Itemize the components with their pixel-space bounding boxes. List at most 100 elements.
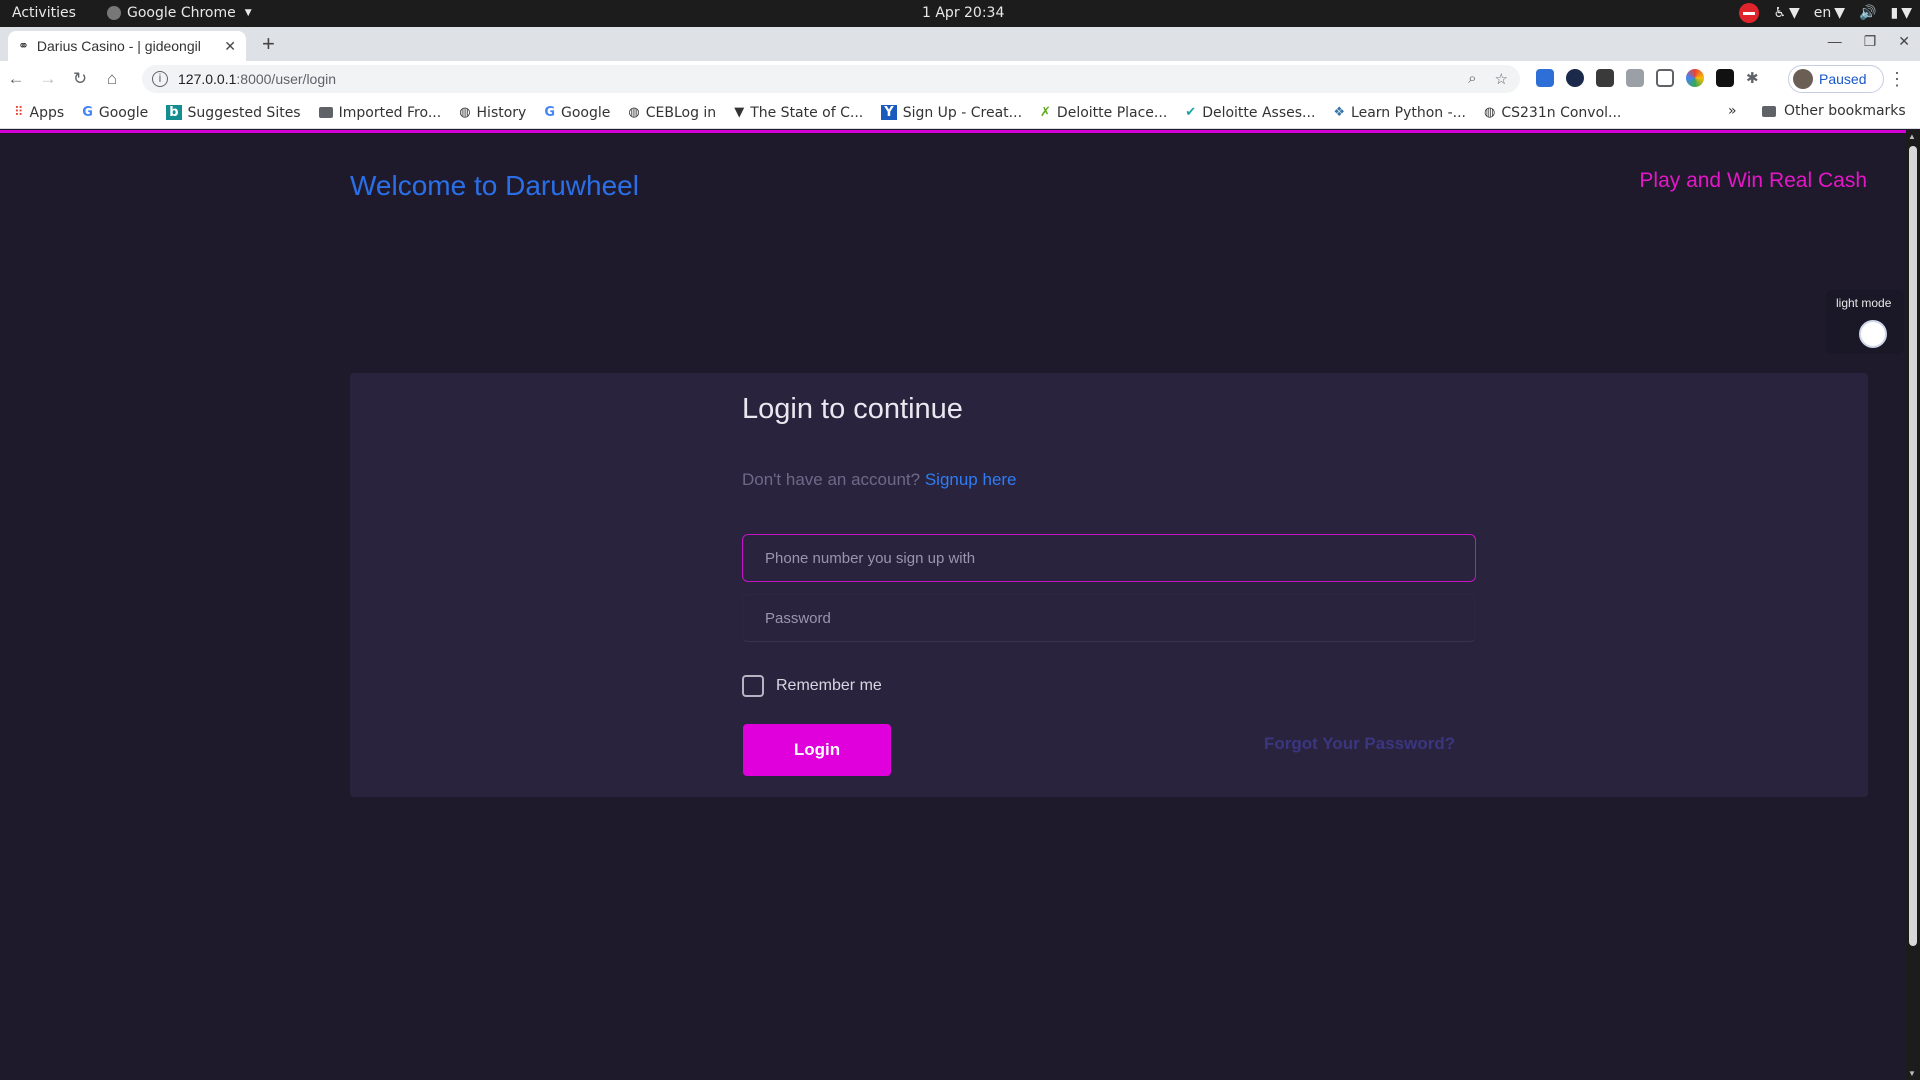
avatar (1793, 69, 1813, 89)
signup-prompt: Don't have an account? Signup here (742, 470, 1017, 490)
forgot-password-link[interactable]: Forgot Your Password? (1264, 734, 1455, 754)
signup-prompt-text: Don't have an account? (742, 470, 921, 489)
do-not-disturb-icon[interactable] (1739, 3, 1760, 23)
window-controls: — ❐ ✕ (1828, 33, 1910, 50)
url-host: 127.0.0.1 (178, 71, 237, 87)
page-scrollbar[interactable]: ▲ ▼ (1906, 130, 1920, 1080)
bookmark-item[interactable]: Y Sign Up - Creat... (881, 105, 1022, 121)
bookmark-label: Deloitte Asses... (1202, 104, 1316, 121)
bookmark-item[interactable]: b Suggested Sites (166, 104, 301, 121)
bookmark-item[interactable]: ✔ Deloitte Asses... (1185, 105, 1315, 121)
chrome-menu-icon[interactable]: ⋮ (1888, 69, 1906, 90)
ycombinator-icon: Y (881, 105, 897, 120)
app-menu[interactable]: Google Chrome ▼ (107, 5, 252, 21)
page-content: Welcome to Daruwheel Play and Win Real C… (0, 130, 1920, 1080)
close-window-icon[interactable]: ✕ (1898, 33, 1910, 50)
scroll-down-icon[interactable]: ▼ (1908, 1069, 1916, 1078)
tab-strip: ⚭ Darius Casino - | gideongil ✕ + — ❐ ✕ (0, 27, 1920, 61)
extension-pocket-icon[interactable] (1656, 69, 1674, 87)
more-bookmarks-button[interactable]: » (1728, 103, 1737, 119)
bookmark-item[interactable]: ❖ Learn Python -... (1333, 105, 1466, 121)
globe-icon: ◍ (1484, 105, 1496, 120)
theme-toggle-label: light mode (1836, 296, 1892, 310)
extensions-puzzle-icon[interactable]: ✱ (1746, 69, 1759, 87)
battery-icon[interactable]: ▮ ▼ (1891, 5, 1913, 21)
extension-dark-icon[interactable] (1716, 69, 1734, 87)
bookmark-item[interactable]: ▼ The State of C... (734, 105, 863, 121)
browser-tab[interactable]: ⚭ Darius Casino - | gideongil ✕ (8, 31, 246, 61)
accessibility-icon[interactable]: ♿ ▼ (1773, 5, 1799, 21)
system-tray[interactable]: ♿ ▼ en ▼ 🔊 ▮ ▼ (1739, 3, 1912, 23)
tagline-link[interactable]: Play and Win Real Cash (1639, 169, 1867, 193)
back-icon[interactable]: ← (0, 69, 32, 89)
new-tab-button[interactable]: + (262, 31, 275, 57)
minimize-icon[interactable]: — (1828, 33, 1842, 50)
bookmark-label: CS231n Convol... (1501, 104, 1622, 121)
login-card: Login to continue Don't have an account?… (350, 373, 1868, 797)
restore-icon[interactable]: ❐ (1864, 33, 1877, 50)
password-placeholder: Password (765, 609, 831, 627)
home-icon[interactable]: ⌂ (96, 69, 128, 89)
system-top-bar: Activities Google Chrome ▼ 1 Apr 20:34 ♿… (0, 0, 1920, 27)
bookmark-label: Imported Fro... (338, 104, 442, 121)
site-title[interactable]: Welcome to Daruwheel (350, 170, 639, 202)
folder-icon (1762, 105, 1776, 117)
bookmark-star-icon[interactable]: ☆ (1495, 70, 1508, 88)
forward-icon[interactable]: → (32, 69, 64, 89)
bookmarks-bar: ⠿ Apps G Google b Suggested Sites Imported … (0, 97, 1920, 129)
zoom-icon[interactable]: ⌕ (1468, 70, 1476, 88)
address-bar[interactable]: i 127.0.0.1:8000/user/login ⌕ ☆ (142, 65, 1520, 93)
bookmark-label: Deloitte Place... (1056, 104, 1168, 121)
remember-checkbox[interactable] (742, 675, 764, 697)
bookmark-item[interactable]: ◍ CEBLog in (628, 105, 716, 121)
toggle-knob[interactable] (1859, 320, 1887, 348)
phone-input[interactable]: Phone number you sign up with (742, 534, 1476, 582)
python-icon: ❖ (1333, 105, 1346, 120)
extension-clock-icon[interactable] (1566, 69, 1584, 87)
language-label: en (1813, 5, 1832, 21)
volume-icon[interactable]: 🔊 (1859, 5, 1876, 21)
app-name: Google Chrome (127, 5, 236, 21)
reload-icon[interactable]: ↻ (64, 69, 96, 89)
login-button[interactable]: Login (743, 724, 891, 776)
extensions-area: ✱ (1536, 69, 1759, 87)
language-indicator[interactable]: en ▼ (1814, 5, 1845, 21)
deloitte-icon: ✗ (1040, 105, 1051, 120)
extension-camera-icon[interactable] (1626, 69, 1644, 87)
close-tab-icon[interactable]: ✕ (224, 38, 236, 55)
tab-favicon-icon: ⚭ (18, 38, 29, 53)
bookmark-label: CEBLog in (645, 104, 717, 121)
extension-tc-icon[interactable] (1596, 69, 1614, 87)
password-input[interactable]: Password (742, 594, 1476, 642)
bookmark-item[interactable]: ◍ CS231n Convol... (1484, 105, 1621, 121)
bookmark-label: Learn Python -... (1351, 104, 1467, 121)
bookmark-item[interactable]: ◍ History (459, 105, 526, 121)
bookmark-item[interactable]: G Google (544, 105, 610, 121)
site-info-icon[interactable]: i (152, 71, 168, 87)
bookmark-item[interactable]: G Google (82, 105, 148, 121)
extension-color-icon[interactable] (1686, 69, 1704, 87)
chevron-down-icon: ▼ (244, 8, 252, 18)
theme-toggle[interactable]: light mode (1826, 290, 1904, 354)
bookmark-label: Suggested Sites (187, 104, 301, 121)
bookmark-item[interactable]: Imported Fro... (318, 104, 442, 121)
bookmark-item[interactable]: ✗ Deloitte Place... (1040, 105, 1167, 121)
bookmark-label: Google (98, 104, 149, 121)
bing-icon: b (166, 105, 182, 120)
other-bookmarks[interactable]: Other bookmarks (1762, 103, 1906, 119)
activities-button[interactable]: Activities (12, 5, 76, 21)
page-title: Login to continue (742, 393, 963, 425)
bookmark-item[interactable]: ⠿ Apps (14, 105, 64, 121)
bookmark-label: History (476, 104, 527, 121)
profile-status: Paused (1819, 71, 1867, 87)
profile-button[interactable]: Paused (1788, 65, 1884, 93)
scrollbar-thumb[interactable] (1909, 146, 1917, 946)
extension-screenshot-icon[interactable] (1536, 69, 1554, 87)
bookmark-label: Google (561, 104, 611, 121)
signup-link[interactable]: Signup here (925, 470, 1017, 489)
scroll-up-icon[interactable]: ▲ (1908, 132, 1916, 141)
phone-placeholder: Phone number you sign up with (765, 549, 976, 567)
remember-me[interactable]: Remember me (742, 675, 882, 697)
navigation-bar: ← → ↻ ⌂ i 127.0.0.1:8000/user/login ⌕ ☆ … (0, 61, 1920, 97)
clock[interactable]: 1 Apr 20:34 (922, 5, 1004, 21)
